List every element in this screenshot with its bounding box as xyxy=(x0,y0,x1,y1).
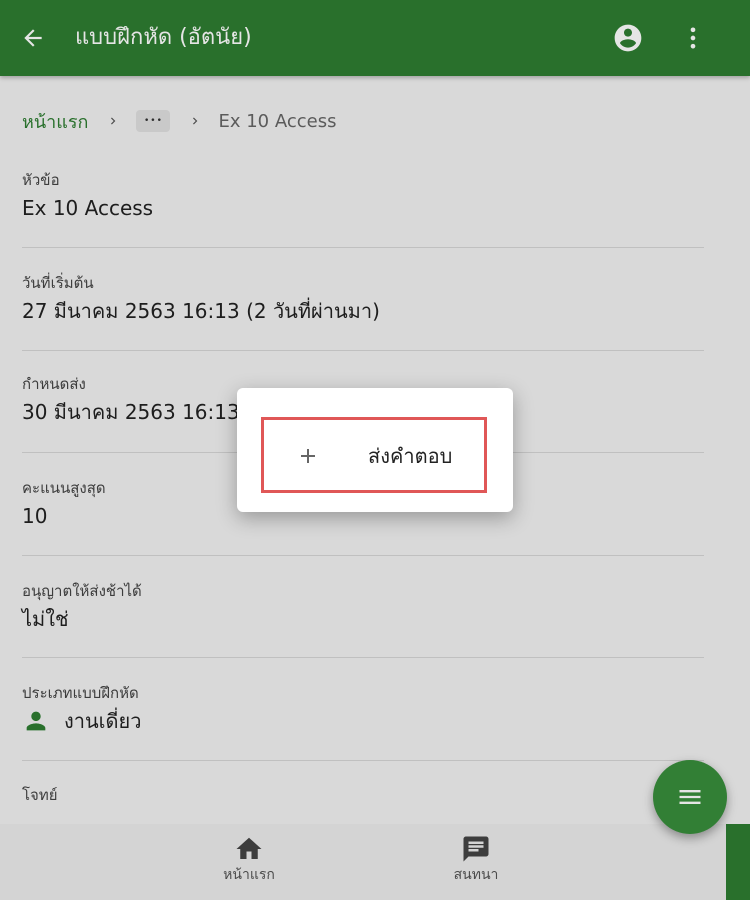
submit-answer-menu-item[interactable]: ส่งคำตอบ xyxy=(261,417,487,493)
plus-icon xyxy=(301,449,315,463)
menu-item-label: ส่งคำตอบ xyxy=(368,444,453,468)
action-menu: ส่งคำตอบ xyxy=(237,388,513,512)
